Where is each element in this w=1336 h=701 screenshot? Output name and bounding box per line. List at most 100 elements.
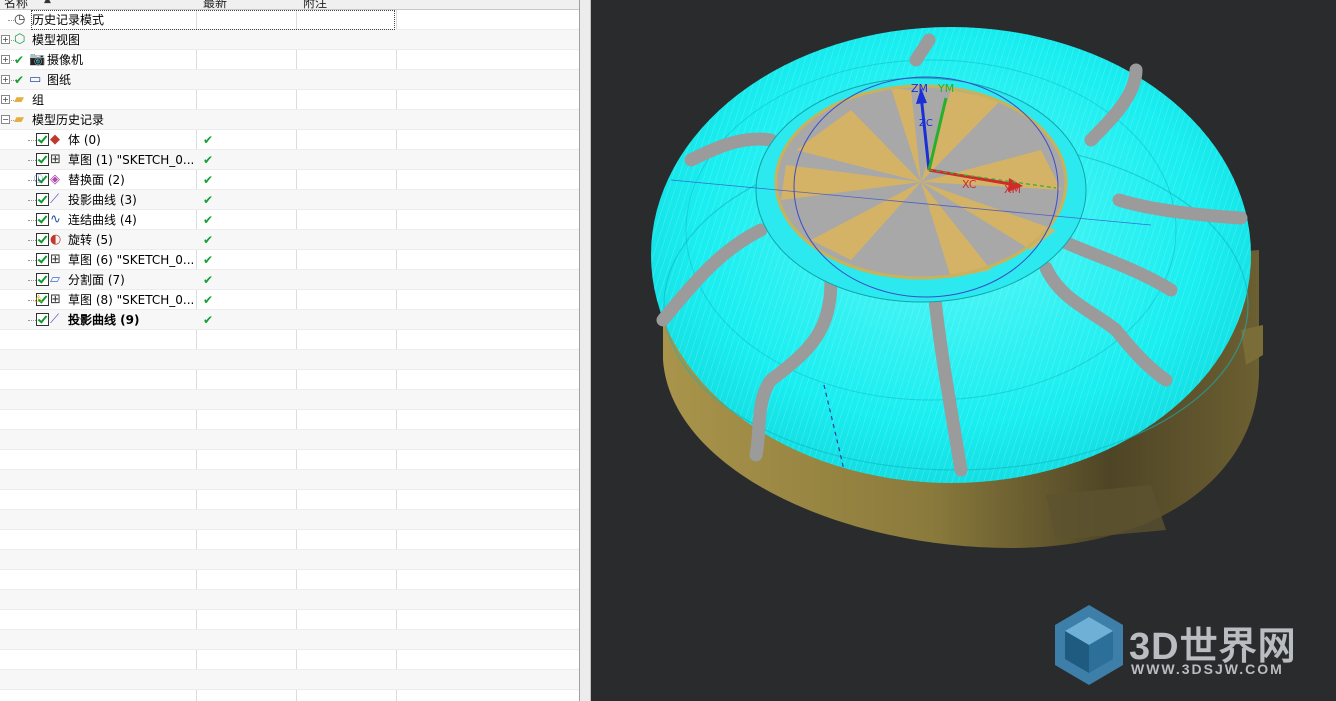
tree-row[interactable]: ◆ 体 (0) ✔ bbox=[0, 130, 580, 150]
watermark-logo: 3D世界网 WWW.3DSJW.COM bbox=[1051, 603, 1321, 693]
tree-item-label: 摄像机 bbox=[47, 53, 84, 67]
tree-row[interactable]: ▱ 分割面 (7) ✔ bbox=[0, 270, 580, 290]
divide-face-icon: ▱ bbox=[50, 272, 60, 287]
empty-row bbox=[0, 590, 580, 610]
tree-row[interactable]: ⟋ 投影曲线 (3) ✔ bbox=[0, 190, 580, 210]
watermark-url: WWW.3DSJW.COM bbox=[1131, 661, 1284, 677]
tree-row[interactable]: ⊞ 草图 (6) "SKETCH_0... ✔ bbox=[0, 250, 580, 270]
tree-row[interactable]: ◷ 历史记录模式 bbox=[0, 10, 580, 30]
empty-row bbox=[0, 570, 580, 590]
join-curve-icon: ∿ bbox=[50, 212, 61, 227]
xc-label: XC bbox=[962, 178, 977, 191]
latest-check-icon: ✔ bbox=[203, 213, 214, 227]
ym-label: YM bbox=[937, 82, 954, 95]
tree-row[interactable]: ⚠ ⊞ 草图 (8) "SKETCH_0... ✔ bbox=[0, 290, 580, 310]
clock-icon: ◷ bbox=[14, 12, 26, 27]
latest-check-icon: ✔ bbox=[203, 293, 214, 307]
visible-check-icon[interactable]: ✔ bbox=[14, 53, 24, 67]
feature-checkbox[interactable] bbox=[36, 193, 49, 206]
tree-item-label: 投影曲线 (3) bbox=[68, 193, 137, 207]
empty-row bbox=[0, 330, 580, 350]
tree-item-label: 分割面 (7) bbox=[68, 273, 125, 287]
feature-checkbox[interactable] bbox=[36, 253, 49, 266]
body-icon: ◆ bbox=[50, 132, 60, 147]
empty-row bbox=[0, 490, 580, 510]
tree-row[interactable]: ⊞ 草图 (1) "SKETCH_0... ✔ bbox=[0, 150, 580, 170]
tree-item-label: 模型历史记录 bbox=[32, 113, 105, 127]
sort-arrow-icon: ▲ bbox=[44, 0, 51, 5]
empty-row bbox=[0, 450, 580, 470]
empty-row bbox=[0, 510, 580, 530]
expand-icon[interactable]: + bbox=[1, 75, 10, 84]
latest-check-icon: ✔ bbox=[203, 313, 214, 327]
tree-row[interactable]: ⓘ ◈ 替换面 (2) ✔ bbox=[0, 170, 580, 190]
graphics-viewport[interactable]: ZM YM ZC XC XM 3D世界网 WWW.3DSJW.COM bbox=[591, 0, 1336, 701]
feature-checkbox[interactable] bbox=[36, 133, 49, 146]
tree-connector bbox=[28, 140, 36, 142]
empty-row bbox=[0, 630, 580, 650]
latest-check-icon: ✔ bbox=[203, 273, 214, 287]
latest-check-icon: ✔ bbox=[203, 173, 214, 187]
tree-item-label: 旋转 (5) bbox=[68, 233, 113, 247]
visible-check-icon[interactable]: ✔ bbox=[14, 73, 24, 87]
tree-connector bbox=[28, 200, 36, 202]
tree-item-label: 草图 (8) "SKETCH_0... bbox=[68, 293, 195, 307]
empty-row bbox=[0, 430, 580, 450]
model-canvas[interactable]: ZM YM ZC XC XM bbox=[591, 0, 1336, 701]
tree-item-label: 草图 (6) "SKETCH_0... bbox=[68, 253, 195, 267]
feature-checkbox[interactable] bbox=[36, 213, 49, 226]
latest-check-icon: ✔ bbox=[203, 153, 214, 167]
zm-label: ZM bbox=[911, 82, 928, 95]
resize-splitter[interactable] bbox=[580, 0, 591, 701]
tree-row[interactable]: + ✔ ▭ 图纸 bbox=[0, 70, 580, 90]
tree-row[interactable]: + ✔ 📷 摄像机 bbox=[0, 50, 580, 70]
tree-row[interactable]: − ▰ 模型历史记录 bbox=[0, 110, 580, 130]
replace-face-icon: ◈ bbox=[50, 172, 60, 187]
feature-checkbox[interactable] bbox=[36, 313, 49, 326]
empty-row bbox=[0, 350, 580, 370]
latest-check-icon: ✔ bbox=[203, 233, 214, 247]
tree-connector bbox=[28, 280, 36, 282]
tree-row[interactable]: ◐ 旋转 (5) ✔ bbox=[0, 230, 580, 250]
tree-row[interactable]: ∿ 连结曲线 (4) ✔ bbox=[0, 210, 580, 230]
tree-row[interactable]: ⟋ 投影曲线 (9) ✔ bbox=[0, 310, 580, 330]
feature-checkbox[interactable] bbox=[36, 273, 49, 286]
tree-row[interactable]: + ▰ 组 bbox=[0, 90, 580, 110]
latest-check-icon: ✔ bbox=[203, 193, 214, 207]
folder-open-icon: ▰ bbox=[14, 112, 24, 127]
empty-row bbox=[0, 550, 580, 570]
empty-row bbox=[0, 530, 580, 550]
camera-icon: 📷 bbox=[29, 52, 46, 67]
empty-row bbox=[0, 410, 580, 430]
empty-row bbox=[0, 470, 580, 490]
expand-icon[interactable]: + bbox=[1, 35, 10, 44]
tree-item-label: 历史记录模式 bbox=[31, 10, 395, 30]
tree-connector bbox=[28, 220, 36, 222]
cube-logo-icon bbox=[1055, 605, 1123, 685]
tree-row[interactable]: + ⬡ 模型视图 bbox=[0, 30, 580, 50]
empty-row bbox=[0, 370, 580, 390]
tree-item-label: 草图 (1) "SKETCH_0... bbox=[68, 153, 195, 167]
feature-checkbox[interactable] bbox=[36, 233, 49, 246]
folder-icon: ▰ bbox=[14, 92, 24, 107]
warning-icon: ⚠ bbox=[34, 294, 43, 305]
empty-row bbox=[0, 650, 580, 670]
feature-checkbox[interactable] bbox=[36, 153, 49, 166]
sketch-icon: ⊞ bbox=[50, 252, 61, 267]
part-navigator: 名称 ▲ 最新 附注 ◷ 历史记录模式 + ⬡ 模型视图 + ✔ 📷 摄像机 + ✔ ▭ 图纸 + ▰ 组 − ▰… bbox=[0, 0, 580, 701]
expand-icon[interactable]: + bbox=[1, 95, 10, 104]
sketch-icon: ⊞ bbox=[50, 152, 61, 167]
empty-row bbox=[0, 390, 580, 410]
tree-item-label: 连结曲线 (4) bbox=[68, 213, 137, 227]
tree-item-label: 投影曲线 (9) bbox=[68, 313, 140, 327]
expand-icon[interactable]: + bbox=[1, 55, 10, 64]
info-icon: ⓘ bbox=[34, 175, 44, 185]
tree-connector bbox=[28, 260, 36, 262]
project-curve-icon: ⟋ bbox=[50, 312, 60, 327]
empty-row bbox=[0, 670, 580, 690]
collapse-icon[interactable]: − bbox=[1, 115, 10, 124]
revolve-icon: ◐ bbox=[50, 232, 62, 247]
tree-item-label: 图纸 bbox=[47, 73, 72, 87]
drawing-icon: ▭ bbox=[29, 72, 42, 87]
sketch-icon: ⊞ bbox=[50, 292, 61, 307]
